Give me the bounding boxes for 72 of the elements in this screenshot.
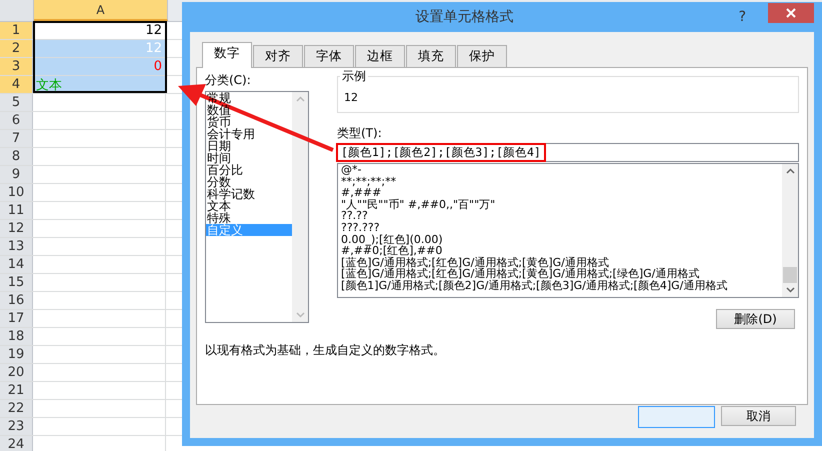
format-item[interactable]: "人""民""币" #,##0,,"百""万" xyxy=(341,198,782,210)
type-input-field[interactable]: [颜色1];[颜色2];[颜色3];[颜色4] xyxy=(337,143,799,162)
format-list[interactable] xyxy=(337,163,799,298)
row-header[interactable]: 13 xyxy=(0,238,33,255)
select-all-corner[interactable] xyxy=(0,0,34,21)
tab[interactable]: 数字 xyxy=(202,42,252,68)
row-header[interactable]: 12 xyxy=(0,220,33,237)
window-title: 设置单元格格式 xyxy=(414,8,514,26)
format-item[interactable]: #,##0;[红色],##0 xyxy=(341,245,782,257)
scrollbar-thumb[interactable] xyxy=(783,267,797,283)
category-item[interactable]: 文本 xyxy=(206,200,292,212)
row-header[interactable]: 17 xyxy=(0,310,33,327)
category-item[interactable]: 百分比 xyxy=(206,164,292,176)
table-cell[interactable]: 12 xyxy=(33,22,166,39)
close-icon xyxy=(786,8,796,18)
close-button[interactable] xyxy=(768,3,814,23)
format-item[interactable]: @*- xyxy=(341,164,782,176)
category-item[interactable]: 会计专用 xyxy=(206,128,292,140)
highlighted-format-text: [颜色1];[颜色2];[颜色3];[颜色4] xyxy=(336,143,546,162)
tab[interactable]: 保护 xyxy=(457,45,507,67)
sample-value: 12 xyxy=(344,91,359,104)
category-item[interactable]: 特殊 xyxy=(206,212,292,224)
row-header[interactable]: 10 xyxy=(0,184,33,201)
category-item[interactable]: 数值 xyxy=(206,104,292,116)
type-label: 类型(T): xyxy=(337,125,383,142)
row-header[interactable]: 21 xyxy=(0,382,33,399)
row-header[interactable]: 24 xyxy=(0,436,33,451)
format-item[interactable]: [蓝色]G/通用格式;[红色]G/通用格式;[黄色]G/通用格式 xyxy=(341,256,782,268)
category-item[interactable]: 分数 xyxy=(206,176,292,188)
format-item[interactable]: ??.?? xyxy=(341,210,782,222)
description-text: 以现有格式为基础，生成自定义的数字格式。 xyxy=(205,342,446,359)
tab[interactable]: 对齐 xyxy=(253,45,303,67)
format-item[interactable]: **;**;**;** xyxy=(341,176,782,188)
format-item[interactable]: [蓝色]G/通用格式;[红色]G/通用格式;[黄色]G/通用格式;[绿色]G/通用格式 xyxy=(341,268,782,280)
category-item[interactable]: 日期 xyxy=(206,140,292,152)
category-item[interactable]: 时间 xyxy=(206,152,292,164)
tab[interactable]: 填充 xyxy=(406,45,456,67)
delete-button[interactable]: 删除(D) xyxy=(716,309,795,329)
row-header[interactable]: 20 xyxy=(0,364,33,381)
row-header[interactable]: 16 xyxy=(0,292,33,309)
row-header[interactable]: 6 xyxy=(0,112,33,129)
row-header[interactable]: 5 xyxy=(0,94,33,111)
row-header[interactable]: 19 xyxy=(0,346,33,363)
category-item[interactable]: 货币 xyxy=(206,116,292,128)
category-label: 分类(C): xyxy=(205,72,252,89)
format-item[interactable]: [颜色1]G/通用格式;[颜色2]G/通用格式;[颜色3]G/通用格式;[颜色4]G/通用格式 xyxy=(341,280,782,292)
row-header[interactable]: 1 xyxy=(0,22,33,39)
sample-label: 示例 xyxy=(340,68,368,85)
format-item[interactable]: #,### xyxy=(341,187,782,199)
row-header[interactable]: 8 xyxy=(0,148,33,165)
row-header[interactable]: 11 xyxy=(0,202,33,219)
column-header[interactable]: A xyxy=(34,0,168,21)
tab[interactable]: 字体 xyxy=(304,45,354,67)
row-header[interactable]: 2 xyxy=(0,40,33,57)
row-header[interactable]: 14 xyxy=(0,256,33,273)
help-button[interactable]: ? xyxy=(738,9,746,25)
scroll-up-icon[interactable] xyxy=(786,168,794,174)
cancel-button[interactable]: 取消 xyxy=(721,406,796,426)
row-header[interactable]: 23 xyxy=(0,418,33,435)
row-header[interactable]: 7 xyxy=(0,130,33,147)
format-item[interactable]: 0.00_);[红色](0.00) xyxy=(341,234,782,246)
row-header[interactable]: 3 xyxy=(0,58,33,75)
row-header[interactable]: 4 xyxy=(0,76,33,93)
row-header[interactable]: 9 xyxy=(0,166,33,183)
format-item[interactable]: ???.??? xyxy=(341,222,782,234)
row-header[interactable]: 22 xyxy=(0,400,33,417)
default-button[interactable] xyxy=(638,406,715,428)
category-item[interactable]: 科学记数 xyxy=(206,188,292,200)
row-header[interactable]: 18 xyxy=(0,328,33,345)
scroll-down-icon[interactable] xyxy=(786,287,794,293)
row-header[interactable]: 15 xyxy=(0,274,33,291)
tab[interactable]: 边框 xyxy=(355,45,405,67)
